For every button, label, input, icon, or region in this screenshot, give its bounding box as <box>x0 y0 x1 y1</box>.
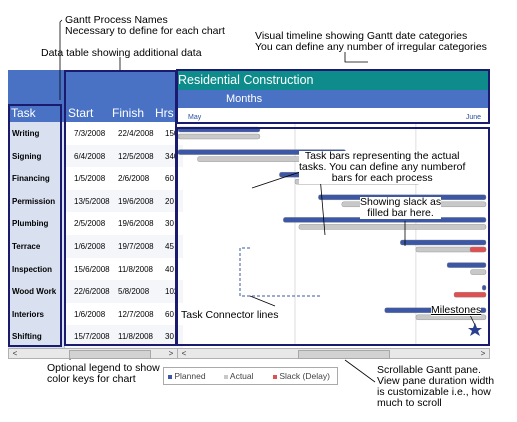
annotation-scroll-line4: much to scroll <box>377 397 442 409</box>
gantt-scrollbar[interactable]: < > <box>177 348 490 359</box>
legend-swatch-planned <box>168 374 172 379</box>
gantt-scroll-left-button[interactable]: < <box>179 349 189 358</box>
gantt-scroll-thumb[interactable] <box>298 350 390 359</box>
legend-label-planned: Planned <box>174 371 206 381</box>
table-scrollbar[interactable]: < > <box>8 348 178 359</box>
frame-process-names <box>8 104 62 347</box>
legend-label-slack: Slack (Delay) <box>279 371 330 381</box>
frame-timeline <box>176 69 490 124</box>
table-scroll-thumb[interactable] <box>69 350 151 359</box>
annotation-milestones: Milestones <box>431 304 482 316</box>
annotation-scroll: Scrollable Gantt pane. View pane duratio… <box>377 365 494 409</box>
chart-legend: Planned Actual Slack (Delay) <box>163 367 338 385</box>
frame-data-table <box>64 70 177 346</box>
annotation-slack: Showing slack as filled bar here. <box>360 197 442 219</box>
gantt-scroll-right-button[interactable]: > <box>478 349 488 358</box>
legend-swatch-slack <box>273 374 277 379</box>
legend-item-slack: Slack (Delay) <box>273 370 330 382</box>
legend-item-planned: Planned <box>168 370 206 382</box>
annotation-task-bars: Task bars representing the actual tasks.… <box>299 151 466 184</box>
annotation-legend-line2: color keys for chart <box>47 373 136 385</box>
annotation-connector: Task Connector lines <box>181 309 279 321</box>
table-scroll-right-button[interactable]: > <box>166 349 176 358</box>
table-scroll-left-button[interactable]: < <box>10 349 20 358</box>
legend-item-actual: Actual <box>224 370 254 382</box>
annotation-slack-line2: filled bar here. <box>367 207 434 219</box>
legend-label-actual: Actual <box>229 371 254 381</box>
legend-swatch-actual <box>224 374 228 379</box>
annotation-task-bars-line3: bars for each process <box>331 172 433 184</box>
annotation-legend: Optional legend to show color keys for c… <box>47 363 160 385</box>
